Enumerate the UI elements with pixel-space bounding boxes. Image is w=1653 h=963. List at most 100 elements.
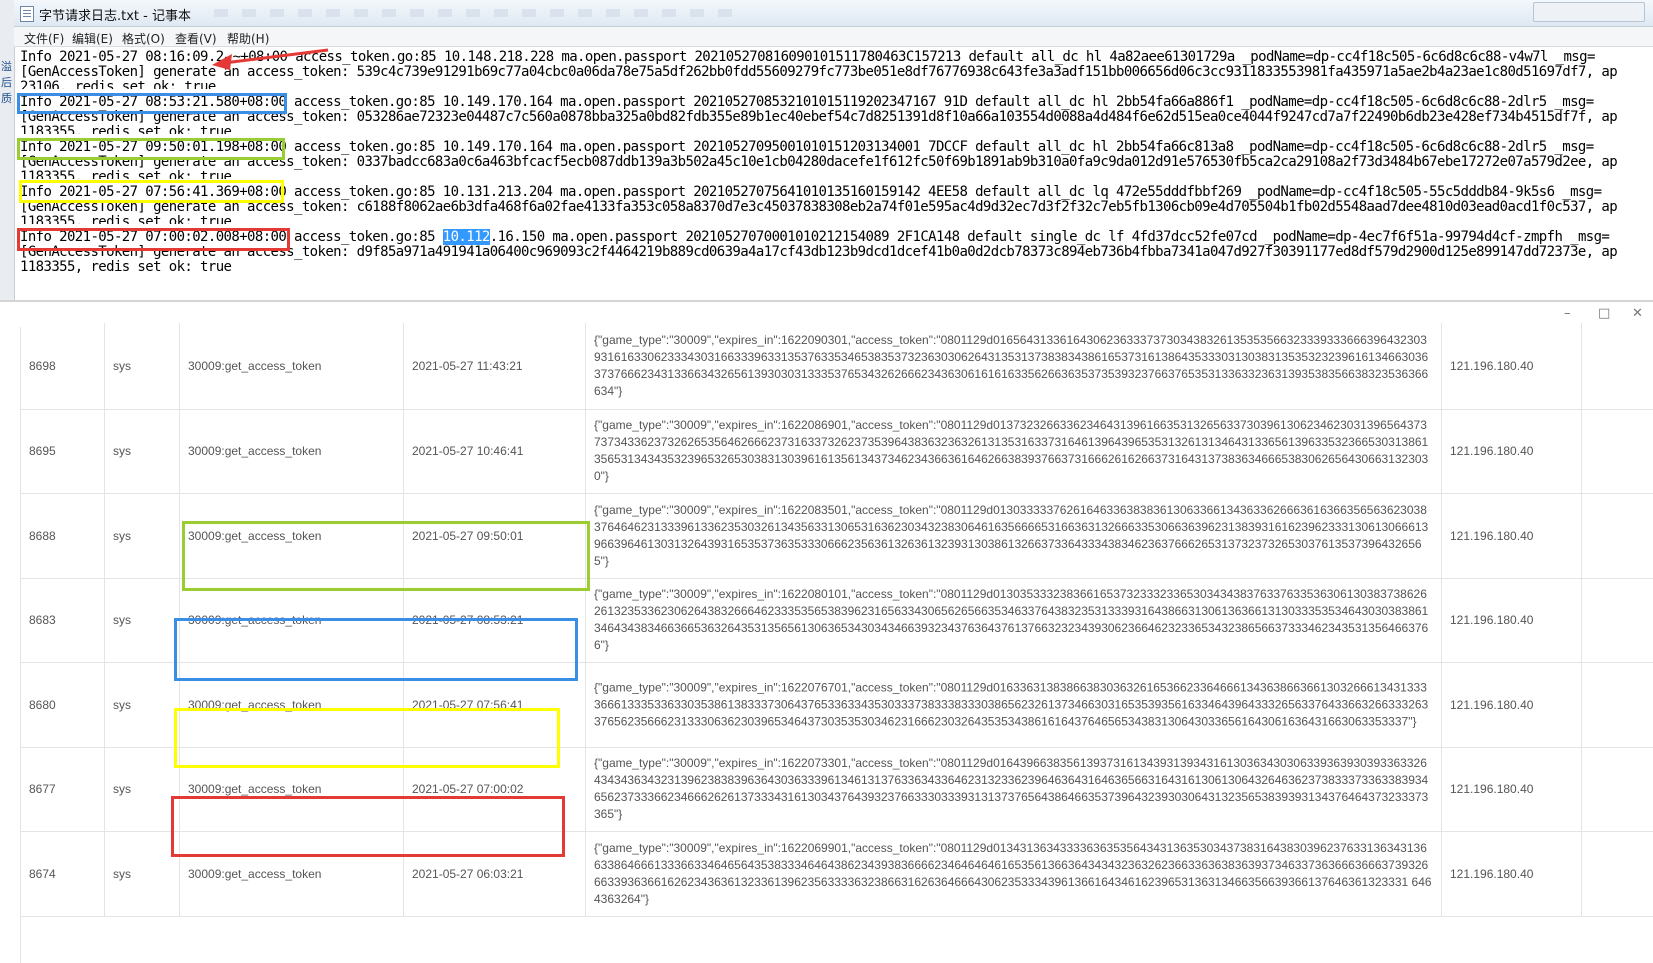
row-id-cell: 8680 (21, 662, 105, 747)
row-time-cell-text: 2021-05-27 07:00:02 (412, 782, 524, 796)
side-char: 溢 (1, 60, 12, 73)
notepad-window: 溢 后 质 字节请求日志.txt - 记事本 文件(F) 编辑(E) 格式(O)… (0, 0, 1653, 302)
row-user-cell-text: sys (113, 359, 131, 373)
row-ip-cell-text: 121.196.180.40 (1450, 697, 1534, 712)
row-id-cell: 8695 (21, 409, 105, 493)
row-id-cell: 8677 (21, 747, 105, 831)
notepad-app-icon (20, 6, 34, 22)
row-id-cell: 8683 (21, 578, 105, 662)
menu-help[interactable]: 帮助(H) (227, 30, 269, 47)
highlight-box-red (171, 796, 565, 857)
highlight-box-red (17, 228, 290, 251)
blurred-toolbar-icons (214, 9, 734, 17)
row-ip-cell-text: 121.196.180.40 (1450, 444, 1534, 458)
row-user-cell: sys (105, 493, 180, 578)
row-user-cell: sys (105, 323, 180, 409)
row-user-cell: sys (105, 578, 180, 662)
row-user-cell: sys (105, 409, 180, 493)
row-action-cell-text: 30009:get_access_token (188, 866, 322, 881)
row-ip-cell: 121.196.180.40 (1442, 747, 1582, 831)
log-text: Info 2021-05-27 08:16:09. (20, 49, 216, 65)
row-response-cell-text: {"game_type":"30009","expires_in":162207… (594, 680, 1429, 728)
row-id-cell-text: 8698 (29, 359, 56, 373)
row-ip-cell: 121.196.180.40 (1442, 578, 1582, 662)
row-ip-cell-text: 121.196.180.40 (1450, 866, 1534, 881)
row-ip-cell-text: 121.196.180.40 (1450, 782, 1534, 796)
row-id-cell: 8698 (21, 323, 105, 409)
row-user-cell-text: sys (113, 782, 131, 796)
close-icon[interactable]: ✕ (1632, 306, 1643, 321)
side-char: 质 (1, 92, 12, 105)
log-text: 1183355, redis set ok: true (20, 259, 232, 275)
background-window-strip: 溢 后 质 (0, 0, 15, 300)
row-user-cell-text: sys (113, 866, 131, 881)
row-action-cell-text: 30009:get_access_token (188, 444, 322, 458)
row-ip-cell: 121.196.180.40 (1442, 831, 1582, 916)
row-ip-cell: 121.196.180.40 (1442, 493, 1582, 578)
row-ip-cell: 121.196.180.40 (1442, 662, 1582, 747)
table-row[interactable]: 8695 sys 30009:get_access_token 2021-05-27 … (21, 409, 1653, 494)
row-user-cell: sys (105, 662, 180, 747)
row-response-cell-text: {"game_type":"30009","expires_in":162209… (594, 333, 1429, 398)
row-response-cell-text: {"game_type":"30009","expires_in":162208… (594, 502, 1429, 568)
maximize-icon[interactable]: □ (1598, 306, 1610, 321)
log-line: 1183355, redis set ok: true (20, 259, 232, 275)
row-response-cell: {"game_type":"30009","expires_in":162209… (586, 323, 1442, 409)
highlight-box-blue (17, 93, 287, 114)
row-response-cell: {"game_type":"30009","expires_in":162206… (586, 831, 1442, 916)
red-arrow-annotation (212, 48, 329, 70)
highlight-box-yellow (19, 180, 284, 203)
minimize-icon[interactable]: – (1564, 306, 1571, 321)
row-response-cell-text: {"game_type":"30009","expires_in":162206… (594, 840, 1432, 906)
row-id-cell-text: 8674 (29, 866, 56, 881)
notepad-title-bar[interactable]: 字节请求日志.txt - 记事本 (14, 0, 1653, 27)
row-response-cell: {"game_type":"30009","expires_in":162207… (586, 747, 1442, 831)
highlight-box-blue (174, 618, 578, 681)
row-user-cell-text: sys (113, 697, 131, 712)
row-response-cell-text: {"game_type":"30009","expires_in":162208… (594, 587, 1429, 652)
text-editor-area[interactable]: Info 2021-05-27 08:16:09.2̵̴+08:00 acces… (20, 50, 1650, 295)
row-user-cell-text: sys (113, 613, 131, 627)
table-row[interactable]: 8698 sys 30009:get_access_token 2021-05-27 … (21, 323, 1653, 410)
row-time-cell-text: 2021-05-27 06:03:21 (412, 866, 524, 881)
row-time-cell-text: 2021-05-27 10:46:41 (412, 444, 524, 458)
row-response-cell: {"game_type":"30009","expires_in":162208… (586, 409, 1442, 493)
menu-format[interactable]: 格式(O) (122, 30, 165, 47)
menu-file[interactable]: 文件(F) (24, 30, 64, 47)
row-action-cell: 30009:get_access_token (180, 409, 404, 493)
row-ip-cell-text: 121.196.180.40 (1450, 613, 1534, 627)
row-user-cell: sys (105, 747, 180, 831)
row-action-cell-text: 30009:get_access_token (188, 782, 322, 796)
row-id-cell: 8688 (21, 493, 105, 578)
row-user-cell-text: sys (113, 528, 131, 543)
row-id-cell: 8674 (21, 831, 105, 916)
row-id-cell-text: 8677 (29, 782, 56, 796)
row-time-cell: 2021-05-27 10:46:41 (404, 409, 586, 493)
highlight-box-green (182, 521, 590, 591)
menu-edit[interactable]: 编辑(E) (72, 30, 113, 47)
row-ip-cell: 121.196.180.40 (1442, 323, 1582, 409)
row-response-cell-text: {"game_type":"30009","expires_in":162208… (594, 418, 1429, 483)
row-id-cell-text: 8695 (29, 444, 56, 458)
menu-view[interactable]: 查看(V) (175, 30, 217, 47)
row-response-cell-text: {"game_type":"30009","expires_in":162207… (594, 756, 1429, 821)
row-action-cell: 30009:get_access_token (180, 323, 404, 409)
row-response-cell: {"game_type":"30009","expires_in":162207… (586, 662, 1442, 747)
row-ip-cell-text: 121.196.180.40 (1450, 359, 1534, 373)
selected-text: 10.112 (442, 229, 490, 245)
row-ip-cell: 121.196.180.40 (1442, 409, 1582, 493)
log-text: .16.150 ma.open.passport 202105270700010… (489, 229, 1610, 245)
row-user-cell: sys (105, 831, 180, 916)
row-response-cell: {"game_type":"30009","expires_in":162208… (586, 493, 1442, 578)
window-controls[interactable] (1533, 2, 1645, 22)
window-title: 字节请求日志.txt - 记事本 (39, 9, 191, 24)
row-action-cell-text: 30009:get_access_token (188, 359, 322, 373)
row-id-cell-text: 8688 (29, 528, 56, 543)
log-table-window: – □ ✕ 8698 sys 30009:get_access_token 2021-… (0, 303, 1653, 963)
row-id-cell-text: 8680 (29, 697, 56, 712)
highlight-box-green (17, 138, 285, 160)
row-time-cell-text: 2021-05-27 11:43:21 (412, 359, 523, 373)
menu-bar: 文件(F) 编辑(E) 格式(O) 查看(V) 帮助(H) (14, 27, 1653, 47)
row-id-cell-text: 8683 (29, 613, 56, 627)
row-user-cell-text: sys (113, 444, 131, 458)
